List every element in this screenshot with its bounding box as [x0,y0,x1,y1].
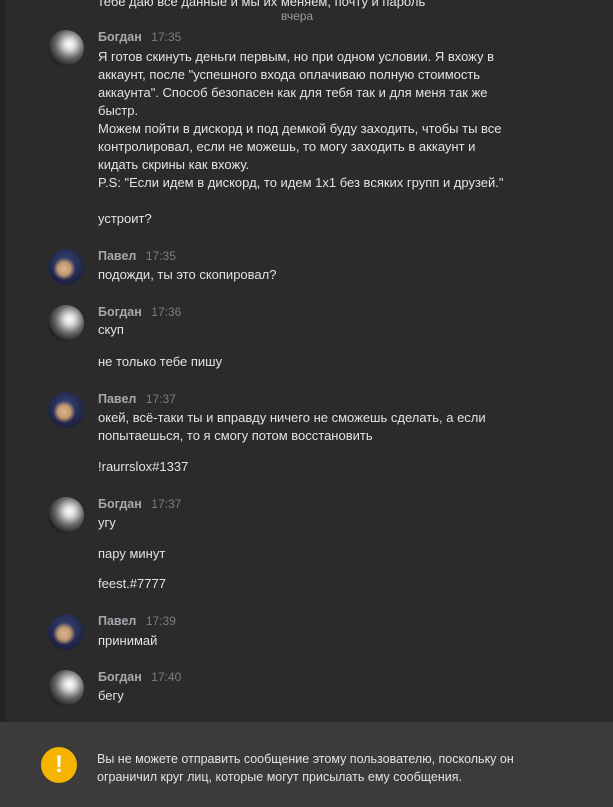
message-text-line: пару минут [98,546,166,561]
partial-message-line: тебе даю все данные и мы их меняем, почт… [98,0,426,9]
message-time: 17:35 [145,249,176,263]
message-time: 17:39 [145,614,176,628]
message-text-line: угу [98,515,116,530]
message-text-line: попытаешься, то я смогу потом восстанови… [98,428,373,443]
pavel-avatar[interactable] [48,614,84,650]
bogdan-avatar[interactable] [48,30,84,66]
message-header: Богдан 17:35 [98,30,181,44]
message-text-line: feest.#7777 [98,576,166,591]
message-text-line: принимай [98,633,158,648]
author-name[interactable]: Богдан [98,497,142,511]
pavel-avatar[interactable] [48,392,84,428]
message-time: 17:35 [151,30,182,44]
message-text-line: быстр. [98,103,139,118]
chat-history: тебе даю все данные и мы их меняем, почт… [0,0,613,722]
message-time: 17:40 [151,670,182,684]
message-time: 17:37 [151,497,182,511]
message-text-line: скуп [98,322,124,337]
author-name[interactable]: Богдан [98,305,142,319]
message-text-line: аккаунта". Способ безопасен как для тебя… [98,85,488,100]
message-header: Павел 17:35 [98,249,176,263]
message-time: 17:36 [151,305,182,319]
message-time: 17:37 [145,392,176,406]
bogdan-avatar[interactable] [48,670,84,706]
bogdan-avatar[interactable] [48,305,84,341]
message-text-line: Можем пойти в дискорд и под демкой буду … [98,121,502,136]
message-text-line: Я готов скинуть деньги первым, но при од… [98,49,495,64]
message-text-line: окей, всё-таки ты и вправду ничего не см… [98,410,486,425]
message-header: Богдан 17:36 [98,305,181,319]
pavel-avatar[interactable] [48,249,84,285]
message-header: Павел 17:37 [98,392,176,406]
message-header: Богдан 17:37 [98,497,181,511]
message-text-line: устроит? [98,211,152,226]
message-text-line: контролировал, если не можешь, то могу з… [98,139,476,154]
message-text-line: P.S: "Если идем в дискорд, то идем 1х1 б… [98,175,504,190]
author-name[interactable]: Богдан [98,30,142,44]
message-text-line: не только тебе пишу [98,354,223,369]
bogdan-avatar[interactable] [48,497,84,533]
message-text-line: аккаунт, после "успешного входа оплачива… [98,67,481,82]
exclamation-icon: ! [41,747,77,783]
message-header: Богдан 17:40 [98,670,181,684]
left-sidebar-edge [0,0,6,722]
message-text-line: бегу [98,688,124,703]
date-divider: вчера [273,6,322,26]
author-name[interactable]: Павел [98,392,136,406]
author-name[interactable]: Павел [98,249,136,263]
message-header: Павел 17:39 [98,614,176,628]
author-name[interactable]: Павел [98,614,136,628]
message-text-line: кидать скрины как вхожу. [98,157,250,172]
message-text-line: !raurrslox#1337 [98,459,189,474]
message-text-line: подожди, ты это скопировал? [98,267,277,282]
notice-text: Вы не можете отправить сообщение этому п… [97,752,514,784]
author-name[interactable]: Богдан [98,670,142,684]
